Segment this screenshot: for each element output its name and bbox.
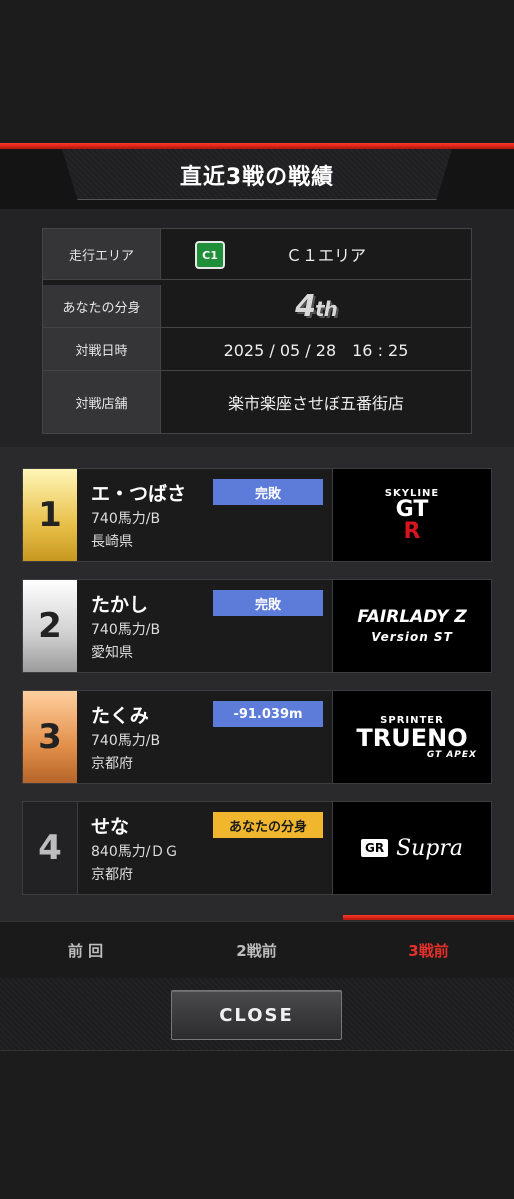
tab-previous[interactable]: 前 回: [0, 922, 171, 978]
info-value-store: 楽市楽座させぼ五番街店: [227, 394, 404, 413]
info-row-avatar: あなたの分身 4th: [43, 285, 471, 328]
car-logo-fairlady: FAIRLADY Z Version ST: [332, 580, 491, 672]
result-row-3[interactable]: 3 たくみ 740馬力/B 京都府 -91.039m SPRINTER TRUE…: [22, 690, 492, 784]
header: 直近3戦の戦績: [0, 149, 514, 210]
rank-badge: 3: [23, 691, 77, 783]
info-row-store: 対戦店舗 楽市楽座させぼ五番街店: [43, 371, 471, 433]
player-prefecture: 愛知県: [91, 645, 133, 661]
player-power: 740馬力/B: [91, 511, 161, 527]
result-row-1[interactable]: 1 エ・つばさ 740馬力/B 長崎県 完敗 SKYLINE GT R: [22, 468, 492, 562]
info-row-datetime: 対戦日時 2025 / 05 / 28 16 : 25: [43, 328, 471, 371]
player-power: 740馬力/B: [91, 622, 161, 638]
tab-2-races-ago[interactable]: 2戦前: [171, 922, 342, 978]
car-logo-skyline: SKYLINE GT R: [332, 469, 491, 561]
rank-badge: 1: [23, 469, 77, 561]
player-name: たくみ: [91, 705, 149, 727]
close-button[interactable]: CLOSE: [171, 990, 342, 1040]
player-power: 840馬力/ＤＧ: [91, 844, 179, 860]
result-row-2[interactable]: 2 たかし 740馬力/B 愛知県 完敗 FAIRLADY Z Version …: [22, 579, 492, 673]
info-row-area: 走行エリア C1 Ｃ１エリア: [43, 229, 471, 280]
player-prefecture: 京都府: [91, 867, 133, 883]
player-power: 740馬力/B: [91, 733, 161, 749]
player-prefecture: 京都府: [91, 756, 133, 772]
info-label-avatar: あなたの分身: [43, 285, 161, 327]
info-label-datetime: 対戦日時: [43, 328, 161, 370]
car-logo-supra: GR Supra: [332, 802, 491, 894]
page-title: 直近3戦の戦績: [179, 165, 335, 190]
history-tabs: 前 回 2戦前 3戦前: [0, 921, 514, 979]
player-name: エ・つばさ: [91, 483, 187, 505]
tab-3-races-ago[interactable]: 3戦前: [343, 922, 514, 978]
info-label-area: 走行エリア: [43, 229, 161, 279]
avatar-rank: 4th: [295, 288, 338, 324]
result-status-badge: -91.039m: [213, 701, 323, 727]
player-name: たかし: [91, 594, 149, 616]
result-status-badge: 完敗: [213, 479, 323, 505]
car-logo-trueno: SPRINTER TRUENO GT APEX: [332, 691, 491, 783]
player-name: せな: [91, 816, 130, 838]
result-status-badge: 完敗: [213, 590, 323, 616]
match-info-table: 走行エリア C1 Ｃ１エリア あなたの分身 4th 対戦日時 2025 / 05…: [42, 228, 472, 434]
area-name: Ｃ１エリア: [285, 246, 366, 265]
active-tab-indicator: [343, 915, 514, 920]
info-value-area: Ｃ１エリア: [161, 229, 471, 279]
rank-badge: 4: [23, 802, 78, 894]
result-status-badge: あなたの分身: [213, 812, 323, 838]
info-value-datetime: 2025 / 05 / 28 16 : 25: [223, 341, 409, 360]
info-label-store: 対戦店舗: [43, 371, 161, 433]
player-prefecture: 長崎県: [91, 534, 133, 550]
info-value-avatar: 4th: [161, 285, 471, 327]
result-row-4[interactable]: 4 せな 840馬力/ＤＧ 京都府 あなたの分身 GR Supra: [22, 801, 492, 895]
rank-badge: 2: [23, 580, 77, 672]
